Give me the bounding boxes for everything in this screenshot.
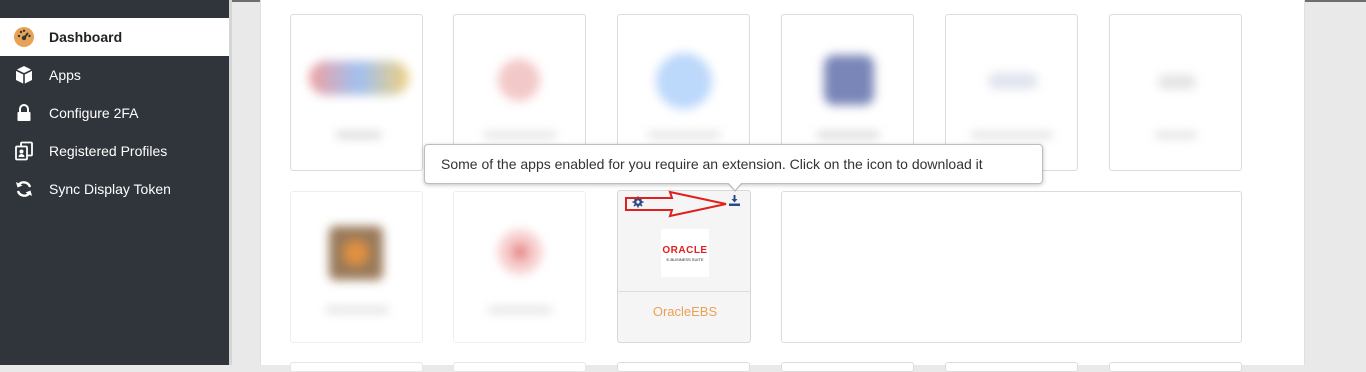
sidebar-item-label: Configure 2FA (49, 105, 139, 121)
sidebar-item-registered-profiles[interactable]: Registered Profiles (0, 132, 229, 170)
profiles-icon (13, 140, 35, 162)
app-grid-empty-area (781, 191, 1242, 343)
sidebar-item-configure-2fa[interactable]: Configure 2FA (0, 94, 229, 132)
app-card-partial[interactable] (290, 362, 423, 372)
annotation-arrow (625, 190, 727, 218)
sidebar-item-label: Registered Profiles (49, 143, 168, 159)
tooltip-pointer-fill (728, 182, 742, 190)
app-card-blurred[interactable] (290, 14, 423, 171)
sidebar-item-sync-display-token[interactable]: Sync Display Token (0, 170, 229, 208)
app-card-blurred[interactable] (290, 191, 423, 343)
app-card-partial[interactable] (453, 362, 586, 372)
sidebar: Dashboard Apps Configure 2FA Registered … (0, 0, 230, 365)
lock-icon (13, 102, 35, 124)
extension-tooltip: Some of the apps enabled for you require… (424, 144, 1043, 184)
oracle-logo: ORACLE E-BUSINESS SUITE (661, 229, 709, 277)
app-card-partial[interactable] (945, 362, 1078, 372)
app-card-partial[interactable] (781, 362, 914, 372)
tooltip-text: Some of the apps enabled for you require… (441, 156, 983, 172)
app-card-blurred[interactable] (1109, 14, 1242, 171)
app-card-blurred[interactable] (453, 191, 586, 343)
sidebar-item-label: Apps (49, 67, 81, 83)
sidebar-divider (229, 0, 232, 365)
card-divider (618, 291, 750, 292)
sidebar-item-dashboard[interactable]: Dashboard (0, 18, 229, 56)
sidebar-item-label: Sync Display Token (49, 181, 171, 197)
sidebar-item-apps[interactable]: Apps (0, 56, 229, 94)
cube-icon (13, 64, 35, 86)
app-card-partial[interactable] (1109, 362, 1242, 372)
app-name[interactable]: OracleEBS (618, 304, 750, 319)
dashboard-gauge-icon (13, 26, 35, 48)
app-card-partial[interactable] (617, 362, 750, 372)
sidebar-item-label: Dashboard (49, 29, 123, 45)
sync-icon (13, 178, 35, 200)
